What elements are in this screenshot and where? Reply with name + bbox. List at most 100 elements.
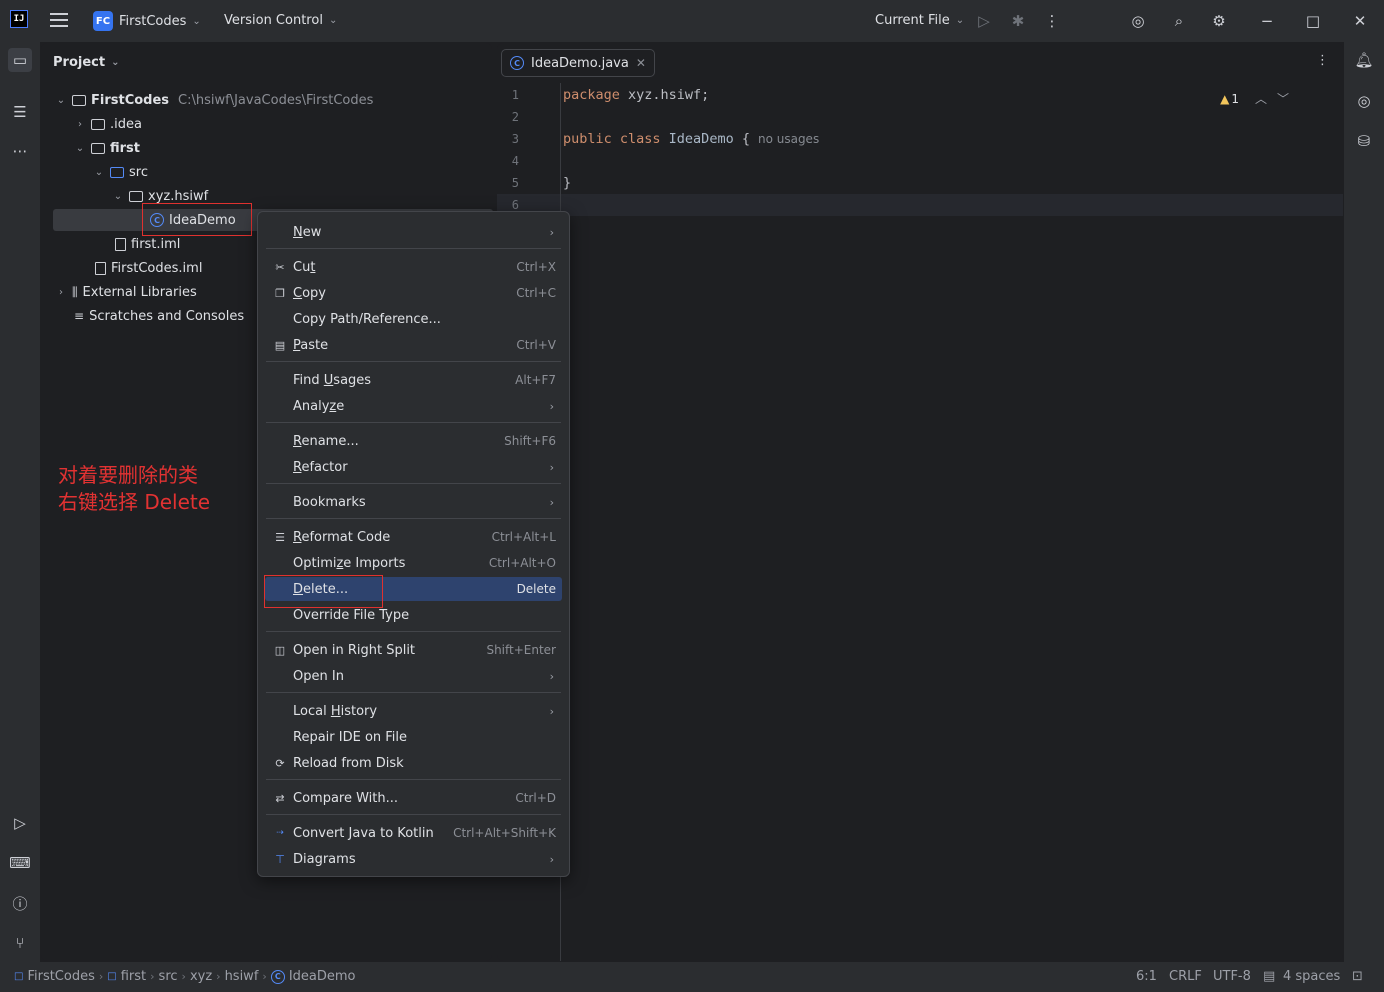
- tree-node-first[interactable]: ⌄ first: [74, 136, 140, 160]
- terminal-icon[interactable]: ⌨: [8, 851, 32, 875]
- chevron-right-icon[interactable]: ›: [55, 287, 67, 298]
- menu-item-open-in[interactable]: Open In ›: [265, 664, 562, 688]
- chevron-down-icon[interactable]: ⌄: [112, 191, 124, 202]
- tree-node-firstcodes-iml[interactable]: FirstCodes.iml: [95, 256, 202, 280]
- services-icon[interactable]: ▷: [8, 811, 32, 835]
- breadcrumb-item[interactable]: src: [159, 969, 178, 984]
- settings-gear-icon[interactable]: ⚙: [1209, 11, 1229, 31]
- tree-node-scratches[interactable]: ≡ Scratches and Consoles: [74, 304, 244, 328]
- ai-assistant-icon[interactable]: ◎: [1128, 11, 1148, 31]
- menu-item-local-history[interactable]: Local History ›: [265, 699, 562, 723]
- status-bar: □ FirstCodes › □ first › src › xyz › hsi…: [0, 962, 1384, 992]
- menu-shortcut: Ctrl+Alt+L: [491, 530, 556, 544]
- menu-label: Compare With...: [293, 790, 399, 806]
- ai-chat-icon[interactable]: ◎: [1352, 89, 1376, 113]
- file-encoding[interactable]: UTF-8: [1213, 969, 1251, 984]
- menu-item-diagrams[interactable]: ⊤ Diagrams ›: [265, 847, 562, 871]
- close-window-icon[interactable]: ✕: [1350, 11, 1370, 31]
- chevron-right-icon[interactable]: ›: [74, 119, 86, 130]
- database-icon[interactable]: ⛁: [1352, 129, 1376, 153]
- menu-item-reformat-code[interactable]: ☰ Reformat Code Ctrl+Alt+L: [265, 525, 562, 549]
- git-icon[interactable]: ⑂: [8, 931, 32, 955]
- split-icon: ◫: [274, 643, 286, 657]
- code-line-5[interactable]: }: [563, 175, 571, 191]
- run-config-selector[interactable]: Current File ⌄: [875, 13, 964, 28]
- chevron-down-icon: ⌄: [192, 15, 201, 27]
- maximize-icon[interactable]: □: [1303, 11, 1323, 31]
- close-tab-icon[interactable]: ✕: [636, 56, 646, 70]
- editor-pane: C IdeaDemo.java ✕ ⋮ 1 2 3 4 5 6 package …: [497, 43, 1343, 961]
- menu-item-new[interactable]: New ›: [265, 220, 562, 244]
- tab-options-icon[interactable]: ⋮: [1316, 53, 1329, 68]
- menu-item-bookmarks[interactable]: Bookmarks ›: [265, 490, 562, 514]
- debug-icon[interactable]: ✱: [1008, 11, 1028, 31]
- breadcrumb-item[interactable]: first: [121, 969, 146, 984]
- menu-item-compare-with[interactable]: ⇄ Compare With... Ctrl+D: [265, 786, 562, 810]
- tree-node-src[interactable]: ⌄ src: [93, 160, 148, 184]
- usage-hint[interactable]: no usages: [758, 132, 819, 146]
- indent-setting[interactable]: 4 spaces: [1283, 969, 1340, 984]
- menu-item-copy-path[interactable]: Copy Path/Reference...: [265, 307, 562, 331]
- chevron-down-icon[interactable]: ⌄: [93, 167, 105, 178]
- problems-icon[interactable]: ⓘ: [8, 891, 32, 915]
- search-icon[interactable]: ⌕: [1169, 11, 1189, 31]
- cursor-position[interactable]: 6:1: [1136, 969, 1157, 984]
- tree-node-firstcodes[interactable]: ⌄ FirstCodes C:\hsiwf\JavaCodes\FirstCod…: [55, 88, 374, 112]
- chevron-down-icon[interactable]: ﹀: [1277, 90, 1289, 107]
- menu-label: Paste: [293, 337, 329, 353]
- menu-shortcut: Ctrl+D: [515, 791, 556, 805]
- chevron-down-icon[interactable]: ⌄: [55, 95, 67, 106]
- more-actions-icon[interactable]: ⋮: [1042, 11, 1062, 31]
- module-folder-icon: [91, 142, 105, 154]
- menu-item-rename[interactable]: Rename... Shift+F6: [265, 429, 562, 453]
- lock-icon[interactable]: ⊡: [1352, 969, 1363, 984]
- menu-item-repair-ide[interactable]: Repair IDE on File: [265, 725, 562, 749]
- menu-label: Optimize Imports: [293, 555, 406, 571]
- menu-item-find-usages[interactable]: Find Usages Alt+F7: [265, 368, 562, 392]
- menu-item-reload-from-disk[interactable]: ⟳ Reload from Disk: [265, 751, 562, 775]
- diagram-icon: ⊤: [275, 852, 285, 866]
- menu-label: Reformat Code: [293, 529, 391, 545]
- breadcrumb-item[interactable]: FirstCodes: [27, 969, 94, 984]
- breadcrumb-item[interactable]: hsiwf: [225, 969, 259, 984]
- code-line-3[interactable]: public class IdeaDemo {no usages: [563, 131, 819, 147]
- menu-item-cut[interactable]: ✂ Cut Ctrl+X: [265, 255, 562, 279]
- menu-item-copy[interactable]: ❐ Copy Ctrl+C: [265, 281, 562, 305]
- breadcrumb-item[interactable]: IdeaDemo: [289, 969, 356, 984]
- scratches-icon: ≡: [74, 309, 85, 323]
- menu-shortcut: Ctrl+C: [516, 286, 556, 300]
- tree-label: xyz.hsiwf: [148, 188, 209, 204]
- run-icon[interactable]: ▷: [974, 11, 994, 31]
- editor-tab[interactable]: C IdeaDemo.java ✕: [501, 49, 655, 77]
- tree-label: FirstCodes: [91, 92, 170, 108]
- minimize-icon[interactable]: −: [1257, 11, 1277, 31]
- tree-label: first.iml: [131, 236, 181, 252]
- menu-item-paste[interactable]: ▤ Paste Ctrl+V: [265, 333, 562, 357]
- menu-item-refactor[interactable]: Refactor ›: [265, 455, 562, 479]
- menu-separator: [266, 779, 561, 780]
- main-menu-icon[interactable]: [50, 13, 68, 27]
- inspection-widget[interactable]: ▲ 1 ︿ ﹀: [1220, 90, 1289, 107]
- project-panel-header[interactable]: Project ⌄: [53, 55, 119, 70]
- menu-item-convert-kotlin[interactable]: ⇢ Convert Java to Kotlin Ctrl+Alt+Shift+K: [265, 821, 562, 845]
- code-line-1[interactable]: package xyz.hsiwf;: [563, 87, 709, 103]
- tree-node-external-libraries[interactable]: › ⫼ External Libraries: [55, 280, 197, 304]
- tree-node-idea[interactable]: › .idea: [74, 112, 142, 136]
- chevron-up-icon[interactable]: ︿: [1255, 90, 1267, 107]
- structure-tool-icon[interactable]: ☰: [8, 100, 32, 124]
- libraries-icon: ⫼: [72, 284, 78, 299]
- notifications-icon[interactable]: 🔔︎: [1352, 48, 1376, 72]
- menu-item-optimize-imports[interactable]: Optimize Imports Ctrl+Alt+O: [265, 551, 562, 575]
- project-switcher[interactable]: FC FirstCodes ⌄: [93, 11, 201, 31]
- more-tools-icon[interactable]: ⋯: [8, 139, 32, 163]
- breadcrumb-item[interactable]: xyz: [190, 969, 212, 984]
- module-icon: □: [107, 971, 117, 982]
- menu-item-open-right-split[interactable]: ◫ Open in Right Split Shift+Enter: [265, 638, 562, 662]
- tree-label: .idea: [110, 116, 142, 132]
- chevron-down-icon[interactable]: ⌄: [74, 143, 86, 154]
- project-tool-icon[interactable]: ▭: [8, 48, 32, 72]
- vcs-menu[interactable]: Version Control ⌄: [224, 13, 337, 28]
- intellij-logo-icon[interactable]: IJ: [10, 10, 28, 28]
- menu-item-analyze[interactable]: Analyze ›: [265, 394, 562, 418]
- line-ending[interactable]: CRLF: [1169, 969, 1202, 984]
